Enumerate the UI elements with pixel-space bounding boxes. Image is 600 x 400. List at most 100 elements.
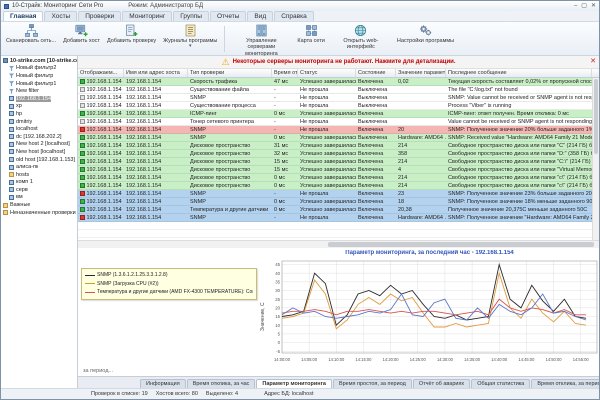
toolbar-network-map-button[interactable]: Карта сети <box>294 23 327 55</box>
table-row[interactable]: 192.168.1.154192.168.1.154Скорость трафи… <box>78 78 592 86</box>
bottom-tab-3[interactable]: Время простоя, за период <box>333 379 412 388</box>
table-row[interactable]: 192.168.1.154192.168.1.154Дисковое прост… <box>78 158 592 166</box>
ribbon-tab-3[interactable]: Мониторинг <box>122 11 172 21</box>
legend-swatch <box>85 275 95 276</box>
tree-item-3[interactable]: Новый фильтр1 <box>1 80 77 88</box>
ribbon-tab-1[interactable]: Хосты <box>44 11 77 21</box>
bottom-tab-5[interactable]: Общая статистика <box>471 379 530 388</box>
table-row[interactable]: 192.168.1.154192.168.1.154ICMP-пинг0 мсУ… <box>78 110 592 118</box>
tree-item-9[interactable]: localhost <box>1 125 77 133</box>
tree-item-10[interactable]: dc [192.168.202.2] <box>1 133 77 141</box>
tree-item-2[interactable]: Новый фильтр <box>1 72 77 80</box>
toolbar-web-interface-button[interactable]: Открыть web-интерфейс <box>329 23 393 55</box>
column-header-2[interactable]: Тип проверки <box>188 69 272 77</box>
ribbon-tab-7[interactable]: Справка <box>274 11 314 21</box>
table-horizontal-scrollbar[interactable] <box>78 240 599 248</box>
tree-item-6[interactable]: xp <box>1 103 77 111</box>
tree-item-0[interactable]: 10-strike.com [10-strike.com] <box>1 57 77 65</box>
maximize-icon[interactable]: ▢ <box>581 3 587 9</box>
tree-item-5[interactable]: 192.168.1.154 <box>1 95 77 103</box>
table-row[interactable]: 192.168.1.154192.168.1.154Тонер сетевого… <box>78 118 592 126</box>
ribbon-tab-2[interactable]: Проверки <box>78 11 121 21</box>
warning-close-icon[interactable]: ✕ <box>590 58 596 65</box>
cell-check-type: Тонер сетевого принтера <box>188 118 272 125</box>
tree-item-15[interactable]: hosts <box>1 171 77 179</box>
table-row[interactable]: 192.168.1.154192.168.1.154Дисковое прост… <box>78 174 592 182</box>
ribbon-tab-4[interactable]: Группы <box>173 11 209 21</box>
bottom-tab-4[interactable]: Отчёт об авариях <box>413 379 470 388</box>
table-row[interactable]: 192.168.1.154192.168.1.154Существование … <box>78 86 592 94</box>
column-header-1[interactable]: Имя или адрес хоста <box>124 69 188 77</box>
table-row[interactable]: 192.168.1.154192.168.1.154Дисковое прост… <box>78 166 592 174</box>
cell-last-message: Полученное значение 20,375С меньше задан… <box>446 206 589 213</box>
bottom-tab-0[interactable]: Информация <box>140 379 186 388</box>
chevron-down-icon[interactable]: ▾ <box>189 44 192 50</box>
tree-item-19[interactable]: Важные <box>1 201 77 209</box>
close-icon[interactable]: ✕ <box>591 3 596 9</box>
column-header-0[interactable]: Отображаем... <box>78 69 124 77</box>
cell-status: Успешно завершилась <box>298 206 356 213</box>
table-row[interactable]: 192.168.1.154192.168.1.154SNMP-Не прошла… <box>78 94 592 102</box>
column-header-5[interactable]: Состояние <box>356 69 396 77</box>
cell-state: Включена <box>356 110 396 117</box>
cell-state: Включена <box>356 142 396 149</box>
tree-item-11[interactable]: New host 2 [localhost] <box>1 141 77 149</box>
check-status-icon <box>80 143 85 148</box>
bottom-tab-1[interactable]: Время отклика, за час <box>187 379 256 388</box>
tree-item-18[interactable]: вм <box>1 194 77 202</box>
table-row[interactable]: 192.168.1.154192.168.1.154SNMP-Не прошла… <box>78 190 592 198</box>
table-vertical-scrollbar[interactable] <box>592 78 599 240</box>
toolbar-scan-network-button[interactable]: Сканировать сеть... <box>3 23 59 55</box>
cell-status: Не прошла <box>298 214 356 221</box>
table-row[interactable]: 192.168.1.154192.168.1.154Дисковое прост… <box>78 182 592 190</box>
tree-item-7[interactable]: hp <box>1 110 77 118</box>
toolbar-settings-button[interactable]: Настройки программы <box>394 23 457 55</box>
bottom-tab-2[interactable]: Параметр мониторинга <box>256 379 332 388</box>
tree-item-4[interactable]: New filter <box>1 87 77 95</box>
tree-item-1[interactable]: Новый фильтр2 <box>1 65 77 73</box>
minimize-icon[interactable]: – <box>574 3 577 9</box>
ribbon-tab-0[interactable]: Главная <box>3 11 43 21</box>
table-row[interactable]: 192.168.1.154192.168.1.154Дисковое прост… <box>78 142 592 150</box>
svg-text:20: 20 <box>275 305 280 310</box>
cell-response-time: 0 мс <box>272 198 298 205</box>
tree-item-14[interactable]: алиса-пк <box>1 163 77 171</box>
monitoring-warning-bar[interactable]: ⚠ Некоторые серверы мониторинга не работ… <box>78 56 599 69</box>
table-row[interactable]: 192.168.1.154192.168.1.154Существование … <box>78 102 592 110</box>
tree-item-12[interactable]: New host [localhost] <box>1 148 77 156</box>
cell-last-message: SNMP: Полученное значение "Hardware: AMD… <box>446 214 599 221</box>
filter-icon <box>9 66 14 71</box>
cell-state: Включена <box>356 166 396 173</box>
tree-item-20[interactable]: Неназначенные проверки <box>1 209 77 217</box>
cell-host: 192.168.1.154 <box>124 198 188 205</box>
toolbar-add-check-button[interactable]: Добавить проверку <box>104 23 159 55</box>
bottom-tab-6[interactable]: Время отклика, за период <box>531 379 600 388</box>
period-link[interactable]: за период... <box>83 368 113 374</box>
table-row[interactable]: 192.168.1.154192.168.1.154SNMP0 мсУспешн… <box>78 198 592 206</box>
host-icon <box>9 104 14 109</box>
ribbon-tab-6[interactable]: Вид <box>247 11 273 21</box>
toolbar-add-host-button[interactable]: Добавить хост <box>60 23 103 55</box>
column-header-4[interactable]: Статус <box>298 69 356 77</box>
table-row[interactable]: 192.168.1.154192.168.1.154Температура и … <box>78 206 592 214</box>
column-header-6[interactable]: Значение парамет... <box>396 69 446 77</box>
column-header-7[interactable]: Последнее сообщение <box>446 69 592 77</box>
tree-item-13[interactable]: old host [192.168.1.153] <box>1 156 77 164</box>
table-row[interactable]: 192.168.1.154192.168.1.154Дисковое прост… <box>78 150 592 158</box>
tree-item-16[interactable]: комп 1 <box>1 179 77 187</box>
toolbar-manage-servers-button[interactable]: Управление серверами мониторинга <box>229 23 293 55</box>
table-row[interactable]: 192.168.1.154192.168.1.154SNMP-Не прошла… <box>78 214 592 222</box>
svg-text:14:40:00: 14:40:00 <box>491 357 508 362</box>
cell-status: Не прошла <box>298 102 356 109</box>
ribbon-tab-5[interactable]: Отчеты <box>210 11 246 21</box>
cell-status: Успешно завершилась <box>298 150 356 157</box>
cell-response-time: 32 мс <box>272 150 298 157</box>
table-row[interactable]: 192.168.1.154192.168.1.154SNMP-Не прошла… <box>78 126 592 134</box>
cell-display-name: 192.168.1.154 <box>78 198 124 205</box>
table-row[interactable]: 192.168.1.154192.168.1.154SNMP0 мсУспешн… <box>78 134 592 142</box>
tree-item-8[interactable]: dmitriy <box>1 118 77 126</box>
column-header-3[interactable]: Время отк... <box>272 69 298 77</box>
tree-item-17[interactable]: серв <box>1 186 77 194</box>
toolbar-program-logs-button[interactable]: Журналы программы▾ <box>160 23 220 55</box>
warning-icon: ⚠ <box>221 58 229 67</box>
